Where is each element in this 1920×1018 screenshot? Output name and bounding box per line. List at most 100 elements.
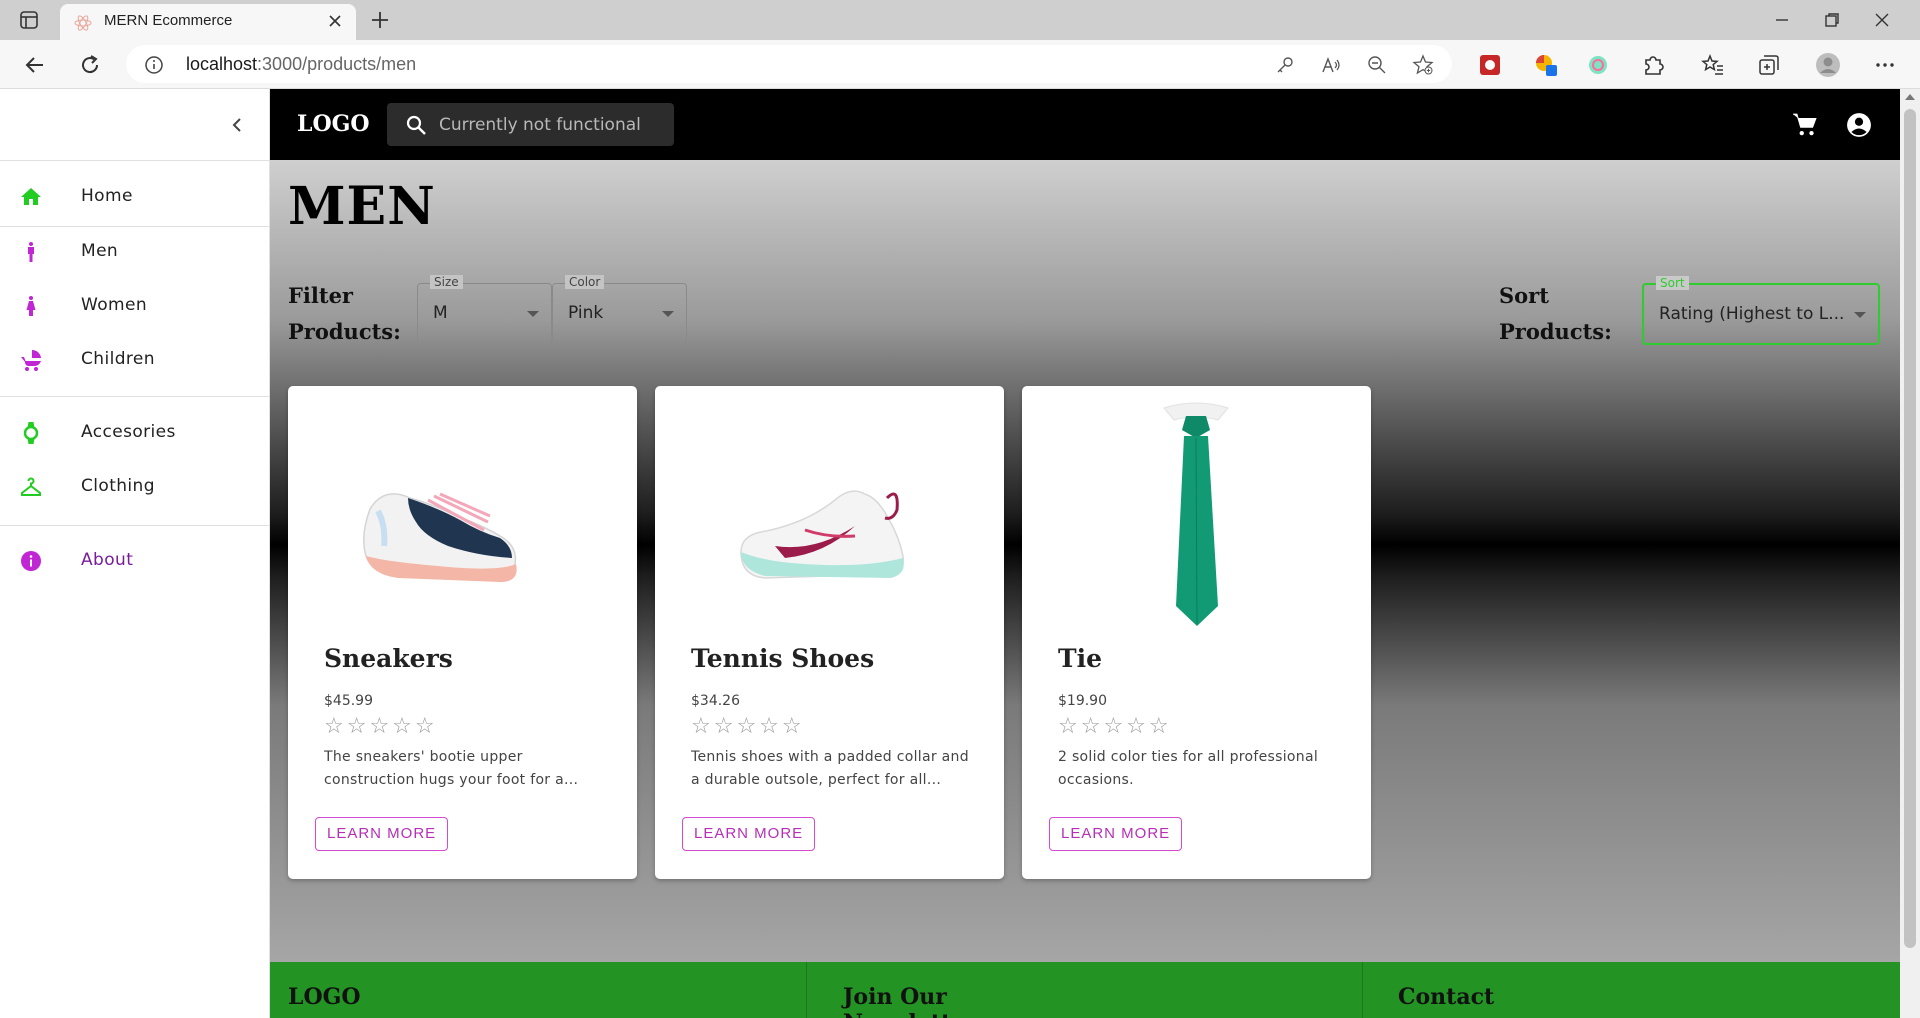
close-tab-icon[interactable] <box>326 12 344 30</box>
sidebar-item-label: Children <box>81 349 155 369</box>
page-title: MEN <box>288 176 436 237</box>
footer-contact-heading: Contact <box>1398 984 1495 1010</box>
header-logo[interactable]: LOGO <box>297 111 370 137</box>
extension-green-circle-icon[interactable] <box>1585 52 1611 78</box>
footer: LOGO Join Our Newsletter Contact <box>270 962 1900 1018</box>
react-favicon-icon <box>74 15 92 31</box>
refresh-icon[interactable] <box>77 52 103 78</box>
sidebar-divider <box>0 160 270 161</box>
sidebar-divider <box>0 396 270 397</box>
rating-stars[interactable]: ☆☆☆☆☆ <box>691 715 805 739</box>
footer-newsletter-heading: Join Our Newsletter <box>843 984 977 1018</box>
sidebar-item-label: Women <box>81 295 148 315</box>
home-icon <box>21 188 41 205</box>
color-select[interactable]: Color Pink <box>552 275 687 345</box>
learn-more-button[interactable]: LEARN MORE <box>315 817 449 851</box>
product-description: The sneakers' bootie upper construction … <box>324 749 579 788</box>
size-select[interactable]: Size M <box>417 275 552 345</box>
sort-select-legend: Sort <box>1656 276 1689 290</box>
dropdown-arrow-icon <box>662 311 674 317</box>
filter-products-label: Filter Products: <box>288 283 401 344</box>
product-title: Sneakers <box>324 644 453 673</box>
scrollbar-thumb[interactable] <box>1904 109 1916 948</box>
product-card[interactable]: Tennis Shoes $34.26 ☆☆☆☆☆ Tennis shoes w… <box>655 386 1004 879</box>
sidebar-item-children[interactable]: Children <box>0 335 270 385</box>
sidebar-item-label: About <box>81 550 134 570</box>
minimize-window-icon[interactable] <box>1770 8 1794 32</box>
browser-tab-bar: MERN Ecommerce <box>0 0 1920 40</box>
footer-newsletter-column: Join Our Newsletter <box>806 962 977 1018</box>
shopping-cart-icon[interactable] <box>1792 112 1818 138</box>
password-key-icon[interactable] <box>1274 54 1296 76</box>
dropdown-arrow-icon <box>1854 312 1866 318</box>
profile-avatar-icon[interactable] <box>1815 52 1841 78</box>
info-icon <box>21 551 41 571</box>
restore-window-icon[interactable] <box>1820 8 1844 32</box>
browser-address-bar: localhost:3000/products/men <box>0 40 1920 89</box>
favorites-icon[interactable] <box>1700 52 1726 78</box>
sidebar-item-clothing[interactable]: Clothing <box>0 462 270 512</box>
search-input[interactable] <box>439 103 669 146</box>
sidebar-item-accesories[interactable]: Accesories <box>0 408 270 458</box>
url-text: localhost:3000/products/men <box>186 54 417 74</box>
size-select-legend: Size <box>430 275 463 289</box>
hanger-icon <box>21 477 41 496</box>
collections-icon[interactable] <box>1756 52 1782 78</box>
vertical-scrollbar[interactable] <box>1900 89 1920 1018</box>
extension-red-icon[interactable] <box>1477 52 1503 78</box>
rating-stars[interactable]: ☆☆☆☆☆ <box>1058 715 1172 739</box>
product-description: Tennis shoes with a padded collar and a … <box>691 749 969 788</box>
tie-image <box>1163 402 1229 626</box>
site-info-icon[interactable] <box>144 55 164 75</box>
account-circle-icon[interactable] <box>1846 112 1872 138</box>
learn-more-button[interactable]: LEARN MORE <box>682 817 816 851</box>
extensions-puzzle-icon[interactable] <box>1640 52 1666 78</box>
read-aloud-icon[interactable] <box>1320 54 1342 76</box>
search-icon <box>406 115 426 135</box>
zoom-out-icon[interactable] <box>1366 54 1388 76</box>
scroll-up-arrow-icon[interactable] <box>1905 94 1915 100</box>
product-price: $19.90 <box>1058 693 1107 709</box>
tab-title: MERN Ecommerce <box>104 12 233 29</box>
footer-contact-column: Contact <box>1362 962 1494 1018</box>
color-select-value: Pink <box>568 303 604 323</box>
app-header: LOGO <box>270 89 1900 160</box>
woman-icon <box>26 296 36 316</box>
sidebar-item-label: Men <box>81 241 119 261</box>
search-box[interactable] <box>387 103 674 146</box>
sidebar-item-home[interactable]: Home <box>0 172 270 222</box>
product-card[interactable]: Tie $19.90 ☆☆☆☆☆ 2 solid color ties for … <box>1022 386 1371 879</box>
back-arrow-icon[interactable] <box>22 52 48 78</box>
tennis-shoes-image <box>740 490 904 579</box>
chevron-left-icon[interactable] <box>225 113 249 137</box>
sidebar-item-women[interactable]: Women <box>0 281 270 331</box>
browser-tab[interactable]: MERN Ecommerce <box>60 4 356 40</box>
rating-stars[interactable]: ☆☆☆☆☆ <box>324 715 438 739</box>
main-content: MEN Filter Products: Size M Color Pink S… <box>270 160 1900 962</box>
sidebar-item-about[interactable]: About <box>0 536 270 586</box>
dropdown-arrow-icon <box>527 311 539 317</box>
sneakers-image <box>363 492 517 582</box>
extension-multicolor-icon[interactable] <box>1533 52 1559 78</box>
color-select-legend: Color <box>565 275 605 289</box>
product-price: $34.26 <box>691 693 740 709</box>
product-title: Tennis Shoes <box>691 644 875 673</box>
address-field[interactable]: localhost:3000/products/men <box>126 45 1452 83</box>
more-options-icon[interactable] <box>1872 52 1898 78</box>
sort-products-label: Sort Products: <box>1499 283 1612 344</box>
sidebar-item-label: Accesories <box>81 422 176 442</box>
tab-actions-icon[interactable] <box>18 9 40 31</box>
man-icon <box>28 242 34 262</box>
sort-select[interactable]: Sort Rating (Highest to L... <box>1642 276 1880 345</box>
product-price: $45.99 <box>324 693 373 709</box>
sidebar-item-men[interactable]: Men <box>0 227 270 277</box>
learn-more-button[interactable]: LEARN MORE <box>1049 817 1183 851</box>
sidebar: Home Men Women Children Accesories Cloth… <box>0 89 270 1018</box>
footer-logo[interactable]: LOGO <box>288 984 361 1010</box>
close-window-icon[interactable] <box>1870 8 1894 32</box>
product-title: Tie <box>1058 644 1103 673</box>
new-tab-icon[interactable] <box>368 8 392 32</box>
product-card[interactable]: Sneakers $45.99 ☆☆☆☆☆ The sneakers' boot… <box>288 386 637 879</box>
product-description: 2 solid color ties for all professional … <box>1058 749 1319 788</box>
add-favorite-icon[interactable] <box>1412 54 1434 76</box>
